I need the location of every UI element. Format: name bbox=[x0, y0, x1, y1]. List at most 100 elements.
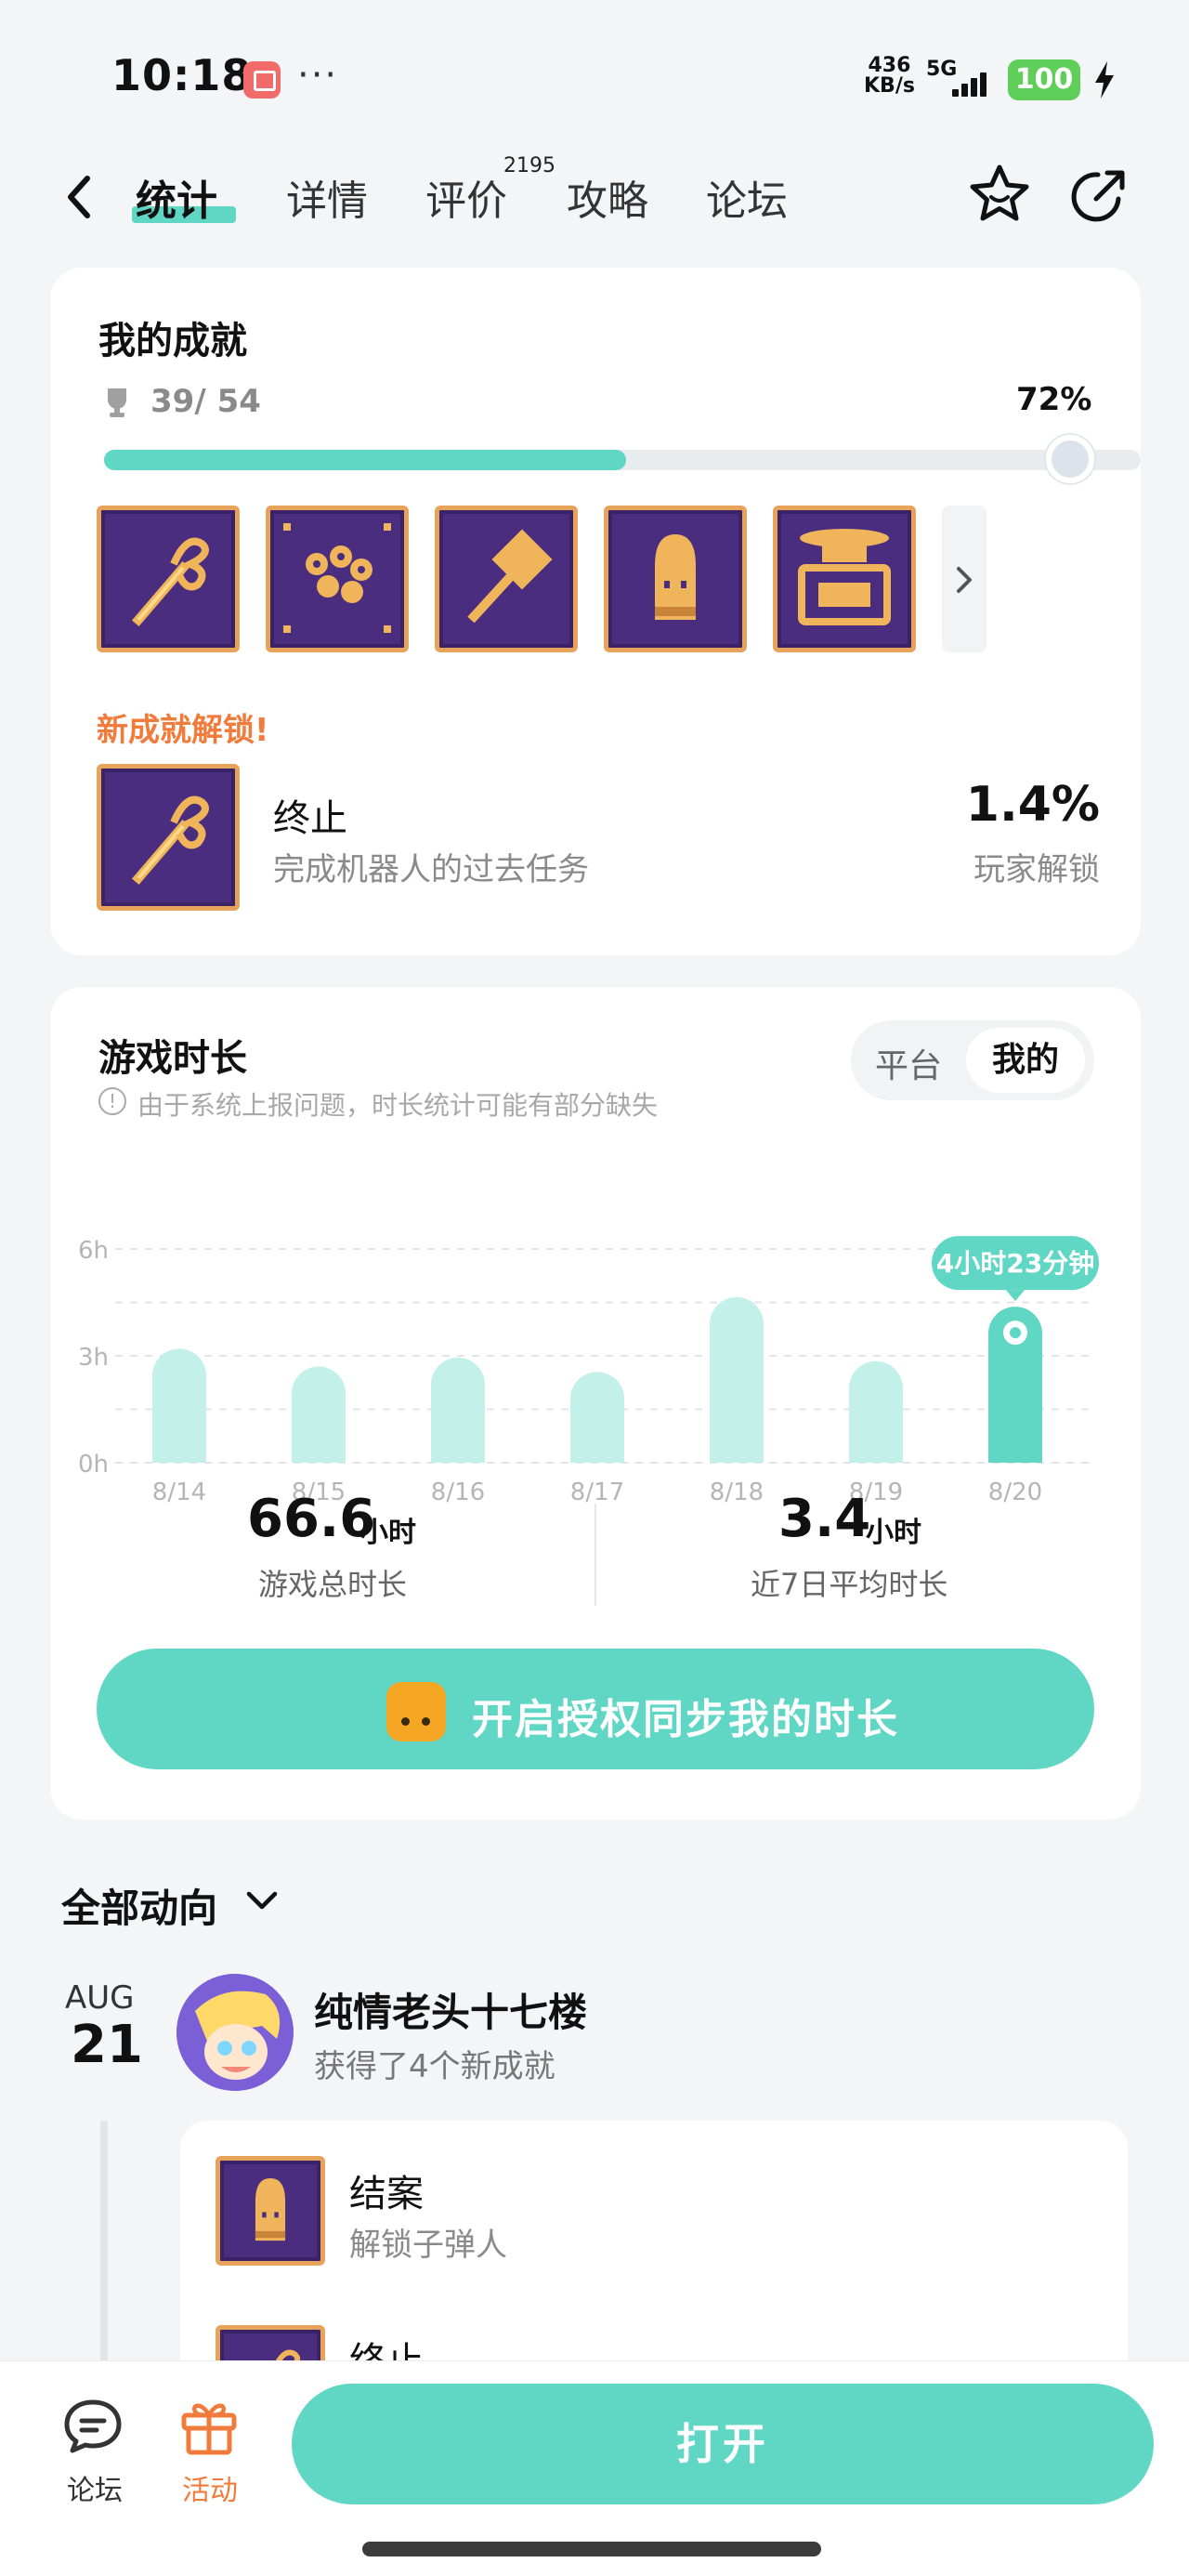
achievement-badge-robot[interactable] bbox=[773, 506, 916, 652]
feed-date-month: AUG bbox=[65, 1979, 135, 2017]
achievement-badge-hammer[interactable] bbox=[435, 506, 578, 652]
feed-date-day: 21 bbox=[71, 2015, 143, 2075]
sync-playtime-button[interactable]: 开启授权同步我的时长 bbox=[97, 1649, 1094, 1769]
chart-y-tick-label: 6h bbox=[78, 1237, 109, 1265]
average-playtime-label: 近7日平均时长 bbox=[751, 1567, 948, 1602]
chart-bar bbox=[570, 1372, 624, 1463]
playtime-chart: 6h 3h 0h 8/14 8/15 8/16 8/17 8/18 8/19 8/20 4小时23分… bbox=[50, 1173, 1141, 1526]
share-icon[interactable] bbox=[1066, 164, 1131, 229]
signal-icon: 5G bbox=[924, 58, 993, 100]
achievements-title: 我的成就 bbox=[98, 320, 247, 362]
more-badges-button[interactable] bbox=[942, 506, 986, 652]
new-achievement-name: 终止 bbox=[273, 797, 347, 840]
robot-icon bbox=[798, 529, 891, 625]
achievement-progress-fill bbox=[104, 450, 627, 470]
chart-bar bbox=[292, 1366, 346, 1463]
review-count: 2195 bbox=[503, 154, 555, 177]
network-speed-unit: KB/s bbox=[864, 74, 915, 98]
achievement-badge-flowers[interactable] bbox=[266, 506, 409, 652]
new-achievement-rate-label: 玩家解锁 bbox=[973, 851, 1100, 888]
feed-badge-bullet bbox=[216, 2156, 325, 2266]
toggle-mine[interactable]: 我的 bbox=[966, 1028, 1085, 1093]
chart-x-tick-label: 8/18 bbox=[710, 1479, 764, 1506]
total-playtime-value: 66.6 bbox=[247, 1489, 376, 1549]
achievement-count: 39/ 54 bbox=[150, 383, 261, 420]
average-playtime-value: 3.4 bbox=[778, 1489, 871, 1549]
chart-x-tick-label: 8/20 bbox=[988, 1479, 1042, 1506]
flowers-icon bbox=[283, 523, 391, 633]
playtime-title: 游戏时长 bbox=[98, 1037, 247, 1080]
chart-y-tick-label: 0h bbox=[78, 1451, 109, 1479]
gift-icon[interactable] bbox=[178, 2395, 240, 2456]
toggle-platform[interactable]: 平台 bbox=[875, 1039, 942, 1087]
chevron-down-icon[interactable] bbox=[245, 1890, 279, 1912]
network-speed: 436 KB/s bbox=[864, 56, 915, 97]
chart-tooltip-pointer bbox=[1006, 1290, 1025, 1302]
chart-x-tick-label: 8/17 bbox=[570, 1479, 624, 1506]
new-achievement-badge[interactable] bbox=[97, 764, 240, 911]
feed-item-name: 结案 bbox=[349, 2173, 424, 2215]
bottom-bar: 论坛 活动 打开 bbox=[0, 2360, 1189, 2576]
achievement-progress-bar bbox=[104, 450, 1141, 470]
status-more-icon: ··· bbox=[297, 54, 339, 97]
hammer-icon bbox=[467, 529, 553, 624]
chart-bar bbox=[152, 1348, 206, 1463]
status-time: 10:18 bbox=[111, 50, 253, 100]
bullet-icon bbox=[655, 534, 696, 620]
feed-action-text: 获得了4个新成就 bbox=[314, 2048, 555, 2085]
avatar[interactable] bbox=[176, 1974, 294, 2091]
achievement-badge-bullet[interactable] bbox=[604, 506, 747, 652]
bottom-nav-activity-label[interactable]: 活动 bbox=[182, 2467, 238, 2508]
feed-timeline bbox=[100, 2121, 108, 2362]
wand-icon bbox=[131, 537, 209, 627]
playtime-card: 游戏时长 平台 我的 ! 由于系统上报问题，时长统计可能有部分缺失 6h 3h 0h… bbox=[50, 987, 1141, 1820]
playtime-chart-svg: 6h3h0h8/14 8/15 8/16 8/17 8/18 8/19 8/204小时23分… bbox=[78, 1236, 1099, 1506]
info-icon: ! bbox=[98, 1087, 126, 1115]
feed-filter-dropdown[interactable]: 全部动向 bbox=[61, 1877, 217, 1934]
feed-achievements-card[interactable]: 结案 解锁子弹人 终止 bbox=[180, 2121, 1128, 2435]
feed-item-description: 解锁子弹人 bbox=[349, 2227, 507, 2264]
chart-bar bbox=[710, 1296, 764, 1463]
chart-highlight-dot-inner bbox=[1010, 1327, 1021, 1339]
sync-playtime-label: 开启授权同步我的时长 bbox=[472, 1696, 899, 1743]
achievement-percent: 72% bbox=[1016, 381, 1092, 418]
chart-tooltip-label: 4小时23分钟 bbox=[936, 1248, 1094, 1279]
playtime-notice: 由于系统上报问题，时长统计可能有部分缺失 bbox=[137, 1090, 659, 1121]
tab-forum[interactable]: 论坛 bbox=[706, 167, 788, 227]
back-arrow-icon[interactable] bbox=[59, 169, 100, 225]
achievement-progress-end-icon bbox=[1046, 435, 1094, 483]
chart-bar bbox=[849, 1360, 903, 1463]
chart-bar bbox=[431, 1357, 485, 1463]
mascot-icon bbox=[386, 1682, 446, 1741]
wand-icon bbox=[131, 795, 209, 886]
new-achievement-rate: 1.4% bbox=[965, 777, 1100, 833]
status-bar: 10:18 ··· 436 KB/s 5G 100 bbox=[0, 0, 1189, 149]
favorite-star-icon[interactable] bbox=[966, 162, 1033, 229]
charging-icon bbox=[1095, 61, 1114, 99]
chart-y-tick-label: 3h bbox=[78, 1344, 109, 1372]
trophy-icon bbox=[108, 388, 126, 417]
tab-guides[interactable]: 攻略 bbox=[567, 167, 648, 227]
battery-icon: 100 bbox=[1008, 59, 1080, 100]
new-unlock-label: 新成就解锁! bbox=[97, 712, 269, 749]
avatar-image bbox=[176, 1974, 294, 2091]
open-game-button[interactable]: 打开 bbox=[292, 2384, 1154, 2504]
achievement-badge-wand[interactable] bbox=[97, 506, 240, 652]
tab-details[interactable]: 详情 bbox=[286, 167, 368, 227]
achievements-card[interactable]: 我的成就 39/ 54 72% 新成就解锁! 终止 完成机器人的过去任务 1.4… bbox=[50, 268, 1141, 955]
bullet-icon bbox=[255, 2177, 286, 2241]
chart-x-tick-label: 8/14 bbox=[152, 1479, 206, 1506]
network-speed-value: 436 bbox=[868, 54, 911, 77]
stats-divider bbox=[594, 1504, 596, 1606]
feed-user-name[interactable]: 纯情老头十七楼 bbox=[314, 1981, 587, 2038]
top-navigation: 统计 详情 评价 2195 攻略 论坛 bbox=[0, 149, 1189, 251]
tab-stats[interactable]: 统计 bbox=[136, 167, 217, 227]
bottom-nav-forum-label[interactable]: 论坛 bbox=[67, 2467, 123, 2508]
tab-reviews[interactable]: 评价 bbox=[425, 167, 507, 227]
chevron-right-icon bbox=[957, 567, 972, 593]
average-playtime-unit: 小时 bbox=[866, 1517, 921, 1549]
forum-icon[interactable] bbox=[61, 2397, 126, 2456]
chart-x-tick-label: 8/16 bbox=[431, 1479, 485, 1506]
notification-app-icon bbox=[243, 61, 281, 99]
playtime-source-toggle[interactable]: 平台 我的 bbox=[851, 1020, 1094, 1100]
